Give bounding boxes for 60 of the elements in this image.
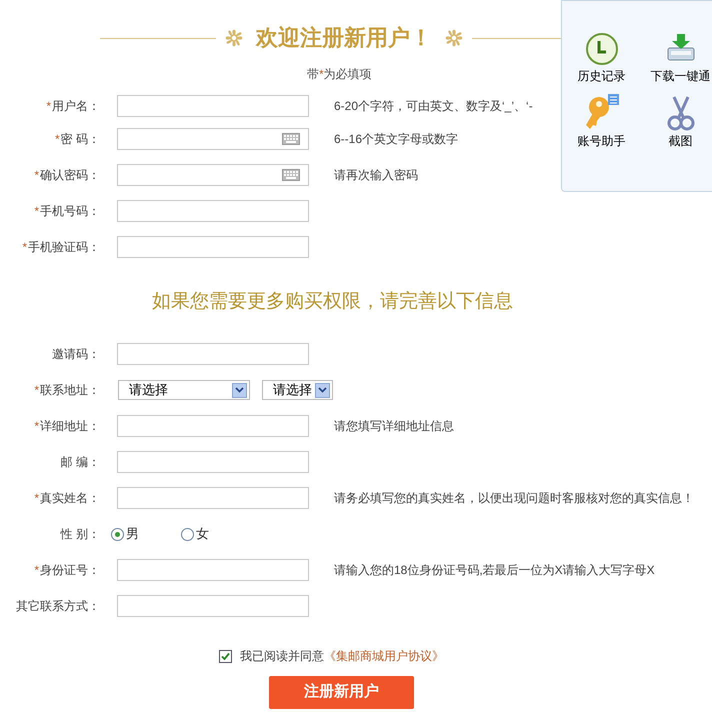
input-field[interactable] [117, 164, 309, 186]
input-field[interactable] [117, 236, 309, 258]
scissors-icon[interactable] [664, 95, 696, 131]
chevron-down-icon [315, 382, 330, 398]
input-field[interactable] [117, 451, 309, 473]
input-field[interactable] [117, 95, 309, 117]
input-field[interactable] [117, 343, 309, 365]
required-note: 带*为必填项 [307, 66, 372, 83]
required-mark: * [46, 98, 51, 115]
field-label: 手机验证码： [28, 239, 100, 256]
input-field[interactable] [117, 559, 309, 581]
radio-option[interactable]: 女 [181, 524, 209, 544]
field-hint: 请务必填写您的真实姓名，以便出现问题时客服核对您的真实信息！ [334, 490, 694, 507]
menu-item-label[interactable]: 账号助手 [578, 132, 626, 150]
menu-item-label[interactable]: 下载一键通 [650, 67, 710, 85]
page-title: 欢迎注册新用户！ [254, 24, 433, 52]
input-field[interactable] [117, 487, 309, 509]
input-field[interactable] [117, 200, 309, 222]
select-dropdown[interactable]: 请选择 [262, 380, 333, 400]
required-mark: * [54, 131, 60, 148]
field-label: 其它联系方式： [16, 598, 100, 615]
field-label: 联系地址： [40, 382, 100, 399]
required-mark: * [22, 239, 27, 256]
checkbox[interactable] [219, 650, 232, 662]
field-label: 真实姓名： [40, 490, 100, 507]
input-field[interactable] [117, 595, 309, 617]
section-heading: 如果您需要更多购买权限，请完善以下信息 [152, 290, 514, 314]
field-label: 邀请码： [52, 346, 100, 363]
field-label: 用户名： [52, 98, 100, 115]
key-icon[interactable] [584, 93, 620, 131]
clock-icon[interactable] [584, 32, 618, 66]
select-dropdown[interactable]: 请选择 [118, 380, 250, 400]
field-label: 性 别： [60, 526, 100, 543]
field-hint: 6--16个英文字母或数字 [334, 131, 458, 148]
field-label: 详细地址： [40, 418, 100, 435]
keyboard-icon[interactable] [282, 169, 300, 181]
keyboard-icon[interactable] [282, 133, 300, 145]
radio-option[interactable]: 男 [111, 524, 139, 544]
required-mark: * [34, 382, 39, 399]
field-hint: 6-20个字符，可由英文、数字及‘_’、‘- [334, 98, 533, 115]
required-mark: * [34, 562, 39, 579]
input-field[interactable] [117, 128, 309, 150]
input-field[interactable] [117, 415, 309, 437]
chevron-down-icon [232, 382, 247, 398]
agreement-link[interactable]: 《集邮商城用户协议》 [324, 647, 444, 665]
field-label: 邮 编： [60, 454, 100, 471]
field-label: 确认密码： [40, 167, 100, 184]
agreement-text: 我已阅读并同意 [240, 648, 324, 665]
field-hint: 请您填写详细地址信息 [334, 418, 454, 435]
field-label: 密 码： [60, 131, 100, 148]
required-mark: * [34, 167, 39, 184]
field-label: 身份证号： [40, 562, 100, 579]
required-mark: * [34, 418, 39, 435]
required-mark: * [34, 490, 39, 507]
menu-item-label[interactable]: 截图 [668, 132, 692, 150]
field-label: 手机号码： [40, 203, 100, 220]
required-mark: * [34, 203, 39, 220]
field-hint: 请再次输入密码 [334, 167, 418, 184]
menu-item-label[interactable]: 历史记录 [578, 67, 626, 85]
field-hint: 请输入您的18位身份证号码,若最后一位为X请输入大写字母X [334, 562, 655, 579]
